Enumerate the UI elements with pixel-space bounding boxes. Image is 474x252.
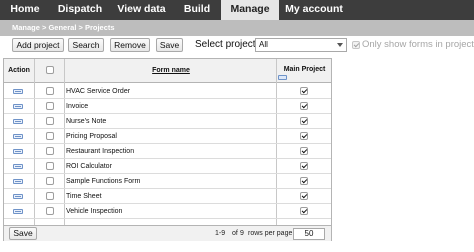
main-project-checkbox[interactable] [300,87,308,95]
edit-icon[interactable] [13,194,23,199]
of-label: of [232,230,238,237]
row-select-checkbox[interactable] [46,132,54,140]
chevron-down-icon [337,43,343,47]
total-count: 9 [240,230,244,237]
row-select-checkbox[interactable] [46,177,54,185]
form-name: Time Sheet [66,193,102,200]
select-project-label: Select project [195,39,256,50]
project-select[interactable]: All [255,38,347,52]
edit-icon[interactable] [13,89,23,94]
main-project-checkbox[interactable] [300,117,308,125]
form-name: Invoice [66,103,89,110]
header-main-project: Main Project [283,66,326,73]
row-select-checkbox[interactable] [46,102,54,110]
main-project-checkbox[interactable] [300,102,308,110]
edit-icon[interactable] [13,119,23,124]
project-select-value: All [259,40,268,49]
row-select-checkbox[interactable] [46,117,54,125]
main-project-checkbox[interactable] [300,147,308,155]
edit-icon[interactable] [13,149,23,154]
tab-dispatch[interactable]: Dispatch [50,0,110,20]
form-name: Restaurant Inspection [66,148,135,155]
save-button[interactable]: Save [156,38,183,52]
header-form-name[interactable]: Form name [66,67,276,74]
table-row[interactable]: ROI Calculator [4,159,331,174]
table-header: Action Form name Main Project [4,59,331,83]
table-row[interactable]: HVAC Service Order [4,84,331,99]
table-row[interactable]: Invoice [4,99,331,114]
main-project-checkbox[interactable] [300,207,308,215]
breadcrumb: Manage > General > Projects [0,20,474,36]
remove-button[interactable]: Remove [110,38,150,52]
edit-icon[interactable] [13,209,23,214]
main-project-checkbox[interactable] [300,192,308,200]
form-name: Pricing Proposal [66,133,117,140]
row-select-checkbox[interactable] [46,87,54,95]
main-project-checkbox[interactable] [300,132,308,140]
only-show-forms-checkbox[interactable] [352,41,360,49]
sort-icon[interactable] [278,75,287,80]
edit-icon[interactable] [13,104,23,109]
row-select-checkbox[interactable] [46,147,54,155]
row-select-checkbox[interactable] [46,207,54,215]
toolbar: Add project Search Remove Save Select pr… [0,36,474,55]
table-row[interactable]: Pricing Proposal [4,129,331,144]
table-footer: Save 1-9 of 9 rows per page: 50 [4,225,331,241]
form-name: Sample Functions Form [66,178,141,185]
select-all-checkbox[interactable] [46,66,54,74]
row-select-checkbox[interactable] [46,162,54,170]
table-row[interactable]: Restaurant Inspection [4,144,331,159]
top-navigation: Home Dispatch View data Build Manage My … [0,0,474,20]
row-select-checkbox[interactable] [46,192,54,200]
tab-home[interactable]: Home [0,0,50,20]
form-name: Nurse's Note [66,118,107,125]
main-project-checkbox[interactable] [300,162,308,170]
header-action: Action [8,67,30,74]
add-project-button[interactable]: Add project [12,38,64,52]
edit-icon[interactable] [13,179,23,184]
edit-icon[interactable] [13,134,23,139]
tab-my-account[interactable]: My account [279,0,349,20]
tab-build[interactable]: Build [173,0,221,20]
main-project-checkbox[interactable] [300,177,308,185]
rows-per-page-label: rows per page: [248,230,295,237]
table-row[interactable]: Vehicle Inspection [4,204,331,219]
form-name: HVAC Service Order [66,88,131,95]
tab-view-data[interactable]: View data [110,0,173,20]
form-name: Vehicle Inspection [66,208,123,215]
only-show-forms-label: Only show forms in project [362,39,474,50]
tab-manage[interactable]: Manage [221,0,279,20]
table-row[interactable]: Nurse's Note [4,114,331,129]
rows-per-page-input[interactable]: 50 [293,228,325,240]
page-range: 1-9 [215,230,226,237]
edit-icon[interactable] [13,164,23,169]
table-row[interactable]: Time Sheet [4,189,331,204]
form-name: ROI Calculator [66,163,112,170]
table-row[interactable]: Sample Functions Form [4,174,331,189]
footer-save-button[interactable]: Save [9,227,37,240]
search-button[interactable]: Search [68,38,104,52]
forms-table: Action Form name Main Project HVAC Servi… [3,58,332,241]
